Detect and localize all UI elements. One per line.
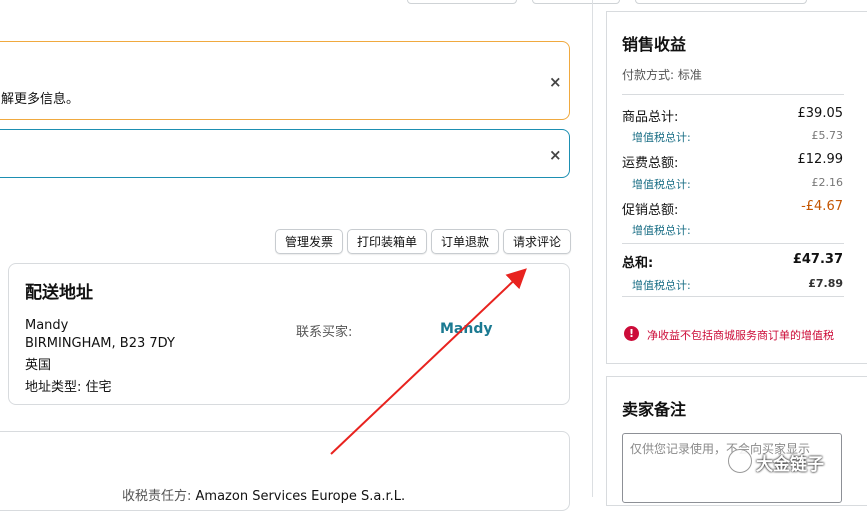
items-vat-value: £5.73 [811,129,844,142]
promo-total-label: 促销总额: [622,203,679,218]
warning-icon: ! [624,326,639,341]
shipping-vat-label: 增值税总计: [632,178,691,191]
arrow-line [330,268,527,455]
divider [622,296,844,297]
items-total-value: £39.05 [797,106,844,121]
total-vat-label: 增值税总计: [632,279,691,292]
items-total-label: 商品总计: [622,110,679,125]
promo-vat-label: 增值税总计: [632,224,691,237]
items-vat-label: 增值税总计: [632,131,691,144]
vat-warning-text: 净收益不包括商城服务商订单的增值税 [647,329,834,342]
sales-proceeds-card: 销售收益 付款方式: 标准 商品总计: £39.05 增值税总计: £5.73 … [606,11,867,364]
promo-total-value: -£4.67 [801,199,843,214]
payment-method: 付款方式: 标准 [622,68,702,82]
sales-proceeds-title: 销售收益 [622,35,687,54]
shipping-vat-value: £2.16 [811,176,844,189]
shipping-total-label: 运费总额: [622,156,679,171]
seller-notes-title: 卖家备注 [622,400,687,419]
wechat-icon [728,449,752,473]
grand-total-label: 总和: [622,256,654,271]
grand-total-value: £47.37 [792,252,843,267]
sidebar-divider [592,0,593,497]
divider [622,243,844,244]
watermark-text: 大金链子 [756,455,824,475]
total-vat-value: £7.89 [808,277,843,290]
shipping-total-value: £12.99 [797,152,844,167]
divider [622,94,844,95]
